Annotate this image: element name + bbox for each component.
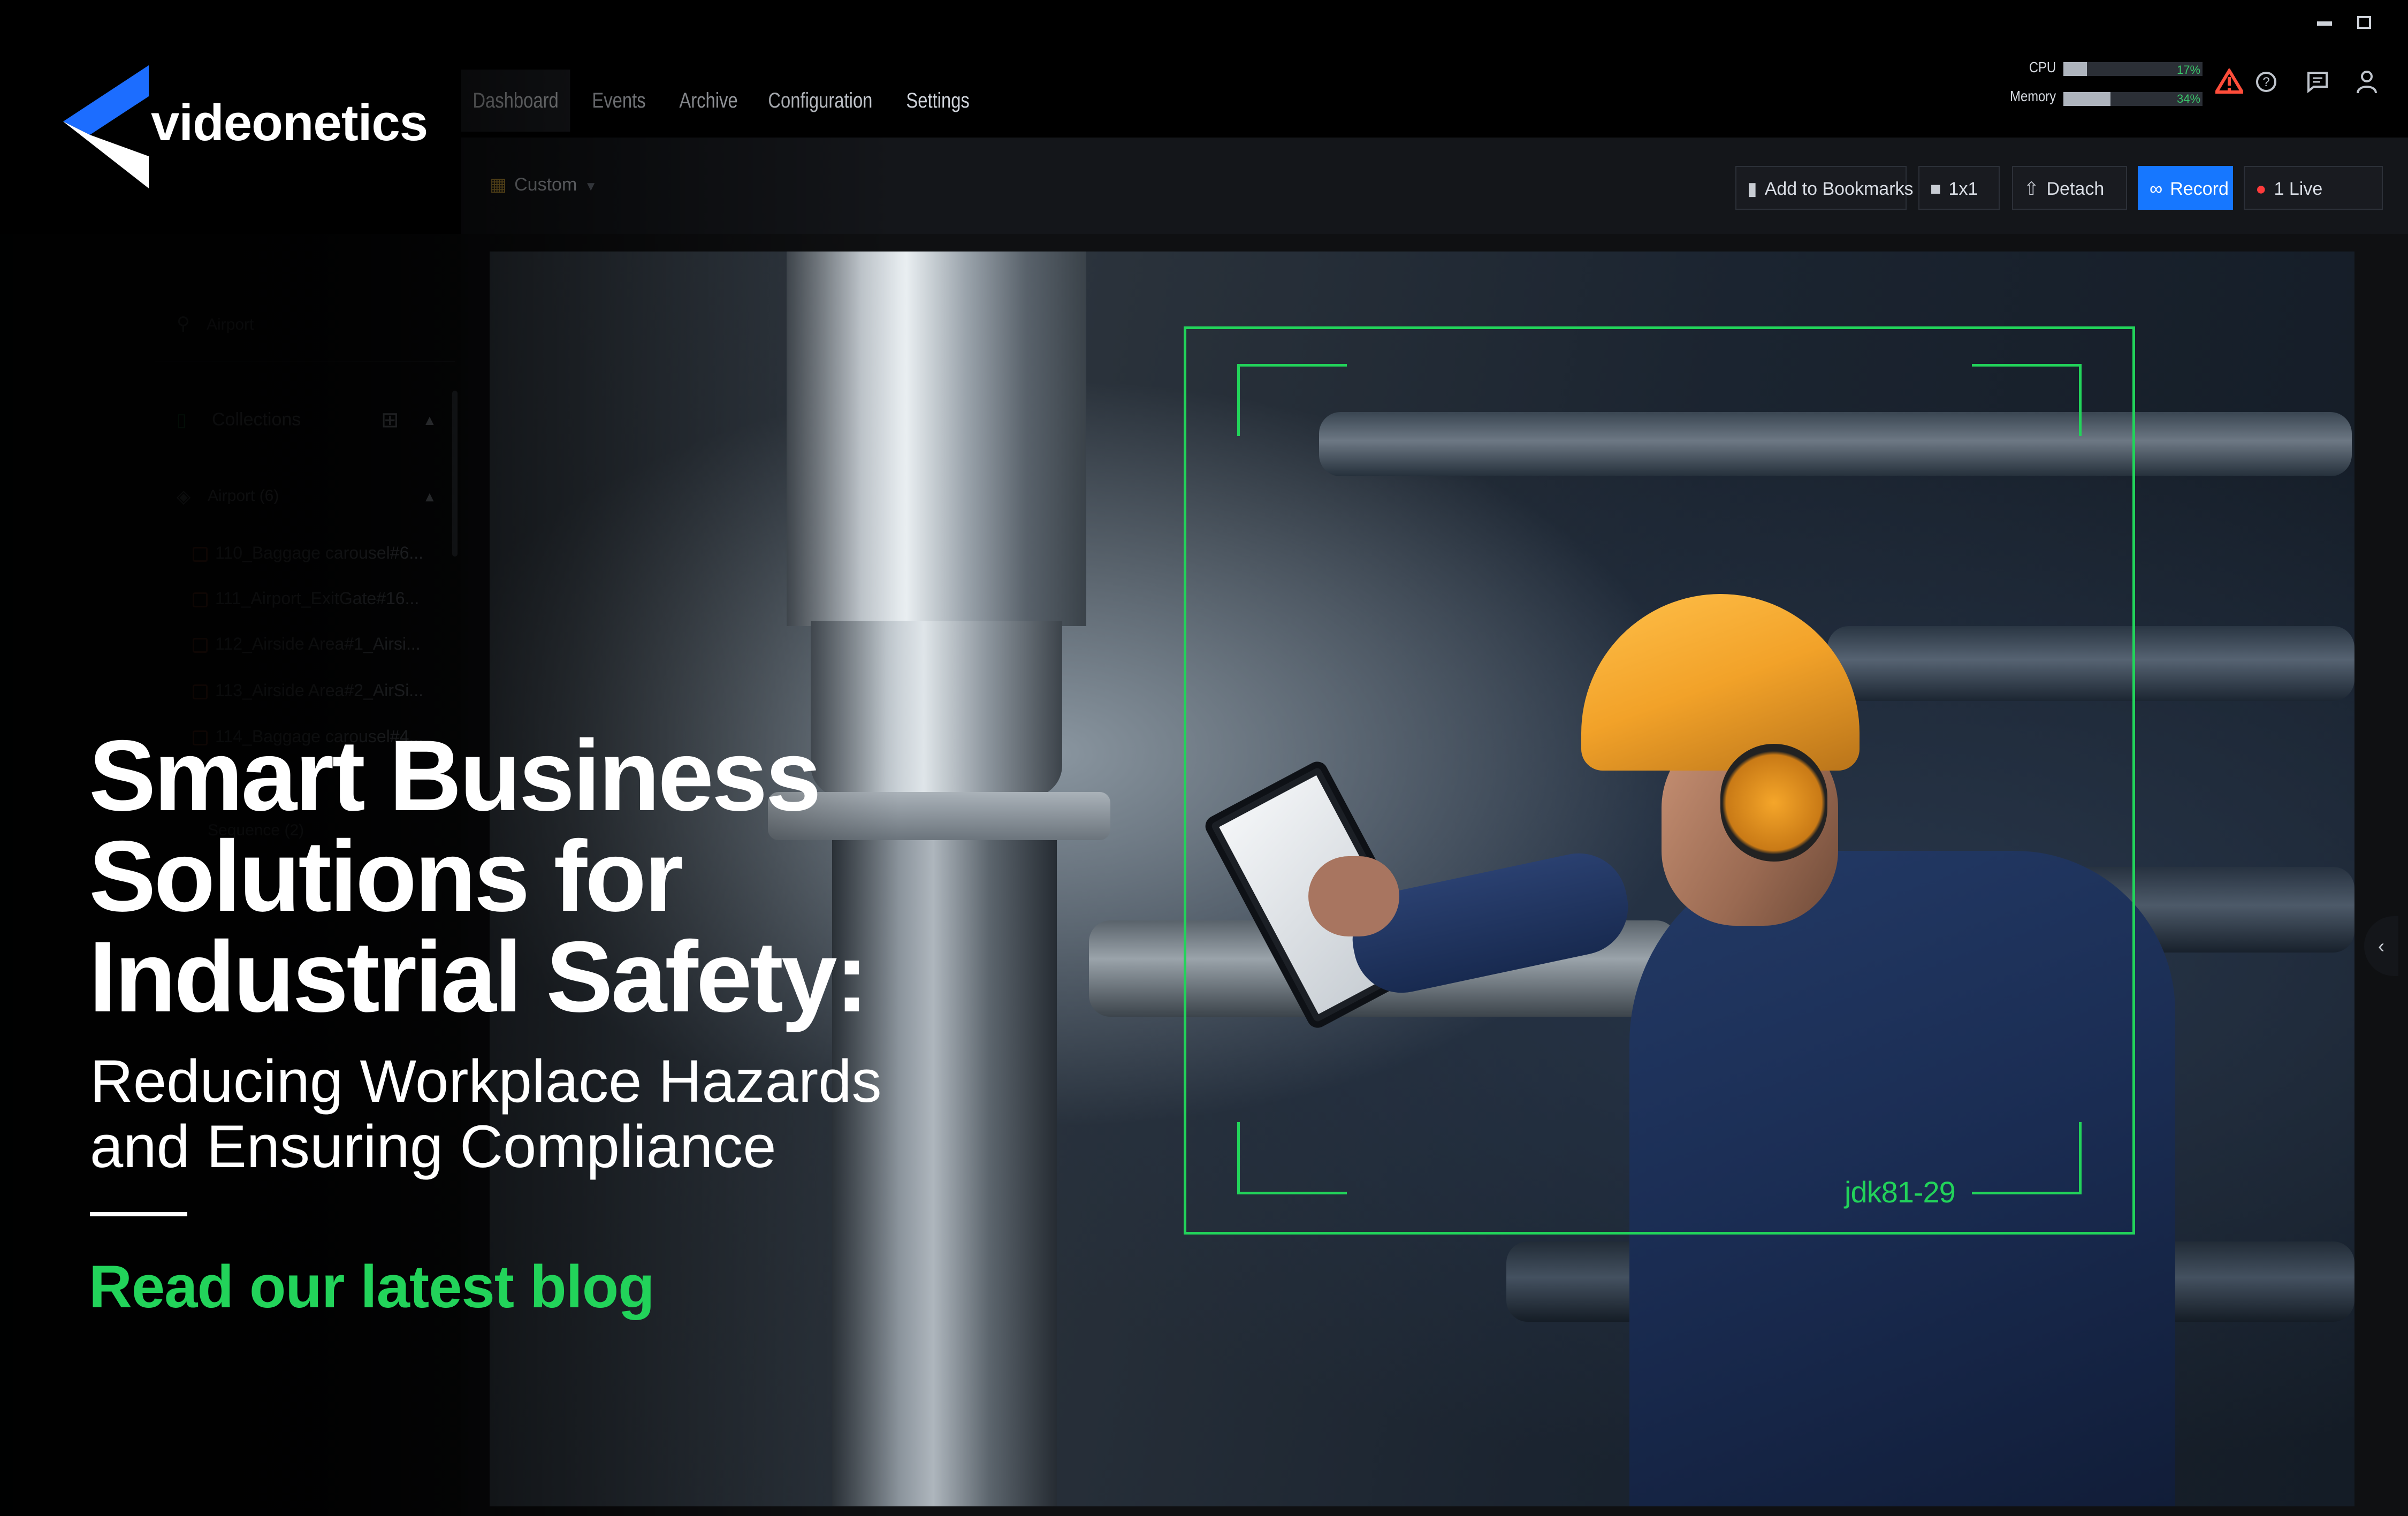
divider (90, 1212, 187, 1216)
subheadline: Reducing Workplace Hazards and Ensuring … (90, 1049, 1107, 1179)
tab-archive[interactable]: Archive (668, 70, 749, 132)
detection-label: jdk81-29 (1845, 1175, 1956, 1209)
camera-list-item[interactable]: 110_Baggage carousel#6... (193, 543, 423, 563)
sidebar-scrollbar[interactable] (452, 391, 458, 557)
add-collection-icon[interactable]: ⊞ (381, 408, 399, 432)
camera-icon (193, 592, 208, 607)
airport-group-label[interactable]: Airport (6) (208, 487, 279, 505)
headline-line: Solutions for (89, 820, 683, 932)
detach-icon: ⇧ (2024, 179, 2039, 199)
search-input[interactable]: Airport (207, 316, 254, 334)
record-button[interactable]: ∞ Record (2138, 166, 2233, 210)
help-icon[interactable]: ? (2255, 71, 2277, 93)
camera-list-item[interactable]: 111_Airport_ExitGate#16... (193, 589, 419, 608)
detection-bounding-box[interactable]: jdk81-29 (1184, 326, 2135, 1235)
grid-icon: ■ (1930, 179, 1941, 199)
layers-icon: ◈ (177, 486, 191, 507)
layout-selector[interactable]: ▦ Custom ▼ (490, 174, 597, 195)
search-icon: ⚲ (177, 314, 190, 334)
camera-list-item[interactable]: 112_Airside Area#1_Airsi... (193, 634, 421, 654)
brand-name[interactable]: videonetics (151, 94, 428, 153)
cpu-value: 17% (2177, 63, 2201, 77)
live-indicator[interactable]: ● 1 Live (2244, 166, 2383, 210)
tab-events[interactable]: Events (581, 70, 657, 132)
chevron-down-icon: ▼ (584, 179, 598, 194)
memory-value: 34% (2177, 92, 2201, 105)
tab-configuration[interactable]: Configuration (757, 70, 884, 132)
warning-icon[interactable] (2215, 68, 2243, 94)
layout-label: Custom (514, 174, 577, 195)
detection-corner (1972, 1122, 2082, 1194)
record-icon: ∞ (2150, 179, 2163, 199)
minimize-icon[interactable] (2317, 21, 2332, 26)
read-blog-link[interactable]: Read our latest blog (89, 1252, 655, 1321)
camera-icon (193, 637, 208, 653)
memory-label: Memory (2010, 88, 2056, 104)
headline-line: Smart Business (89, 719, 821, 832)
svg-text:?: ? (2262, 75, 2269, 89)
camera-list-item[interactable]: 113_Airside Area#2_AirSi... (193, 681, 423, 700)
detection-corner (1972, 364, 2082, 436)
chat-icon[interactable] (2306, 71, 2329, 93)
subheadline-line: Reducing Workplace Hazards (90, 1048, 882, 1115)
cpu-label: CPU (2029, 59, 2056, 75)
live-dot-icon: ● (2255, 179, 2267, 199)
maximize-icon[interactable] (2357, 16, 2371, 29)
camera-icon (193, 546, 208, 562)
user-icon[interactable] (2356, 70, 2378, 94)
sidebar-search[interactable]: ⚲ Airport (155, 292, 455, 362)
detection-corner (1237, 1122, 1347, 1194)
camera-icon (193, 684, 208, 699)
grid-1x1-button[interactable]: ■ 1x1 (1918, 166, 2000, 210)
collections-label[interactable]: Collections (212, 409, 301, 430)
bookmark-icon: ▮ (1747, 179, 1757, 199)
headline: Smart Business Solutions for Industrial … (89, 725, 1052, 1027)
collapse-group-icon[interactable]: ▲ (423, 489, 437, 505)
headline-line: Industrial Safety: (89, 920, 868, 1033)
tab-dashboard[interactable]: Dashboard (461, 70, 570, 132)
detach-button[interactable]: ⇧ Detach (2012, 166, 2127, 210)
videonetics-logo-icon (63, 65, 149, 188)
tab-settings[interactable]: Settings (895, 70, 981, 132)
add-to-bookmarks-button[interactable]: ▮ Add to Bookmarks (1735, 166, 1914, 210)
collections-icon: ▯ (177, 410, 187, 430)
subheadline-line: and Ensuring Compliance (90, 1113, 776, 1180)
layout-grid-icon: ▦ (490, 174, 507, 195)
detection-corner (1237, 364, 1347, 436)
steel-pipe (787, 252, 1086, 626)
collapse-collections-icon[interactable]: ▲ (423, 412, 437, 429)
